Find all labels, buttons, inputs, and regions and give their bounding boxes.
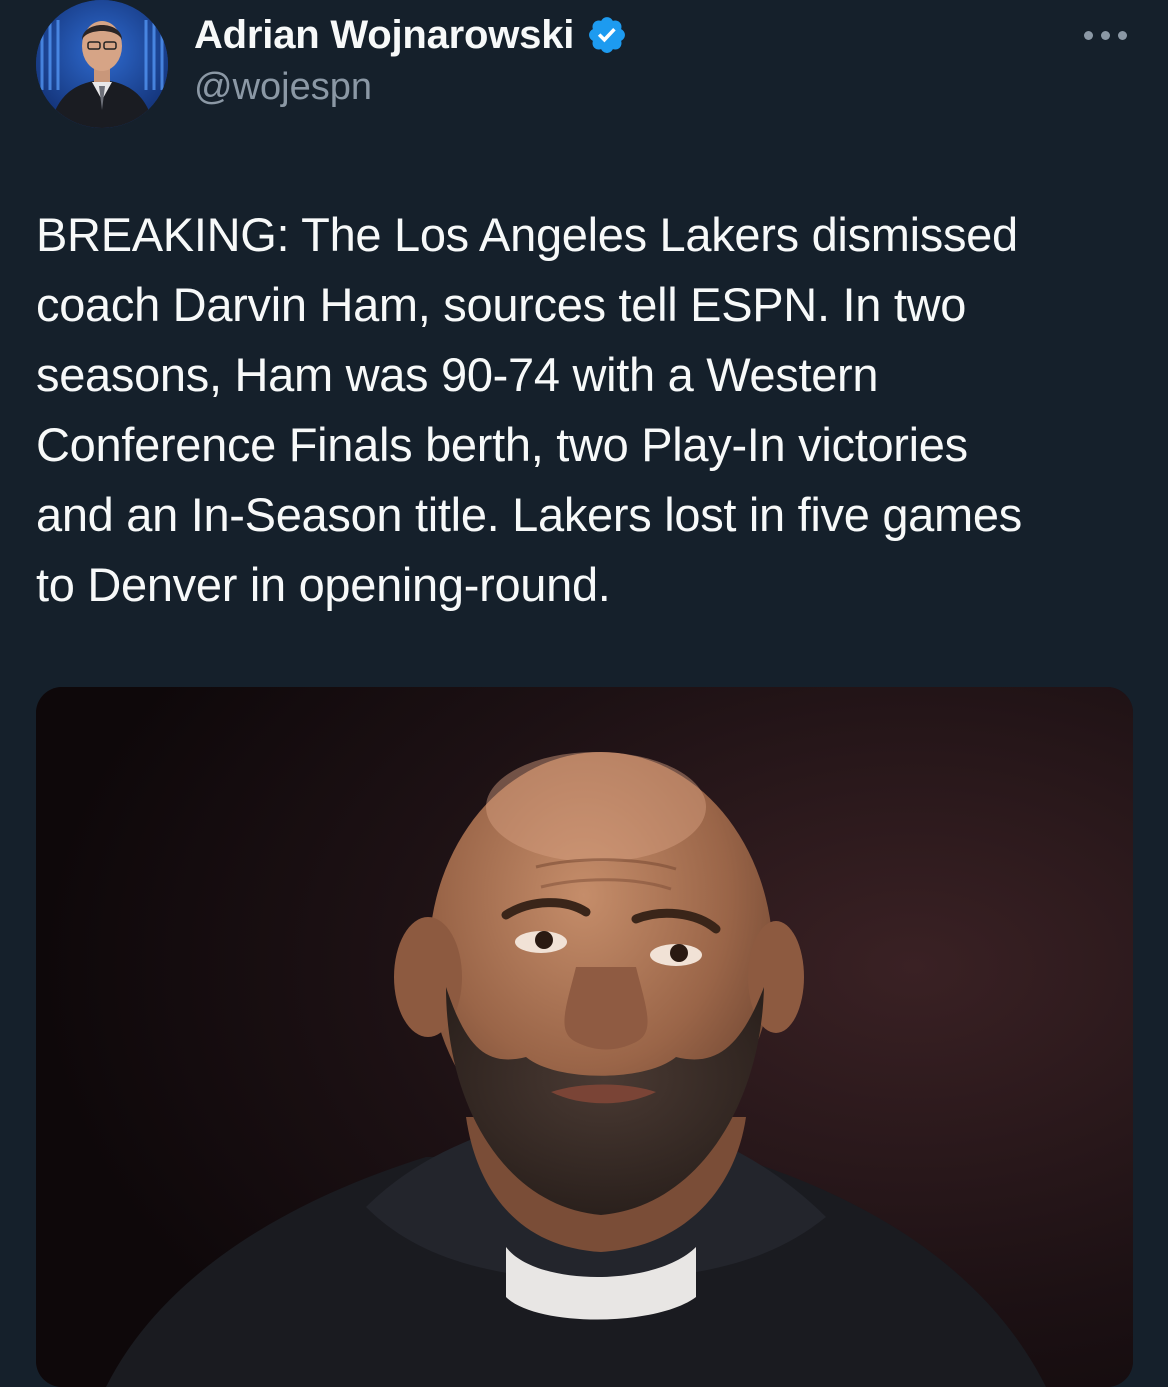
tweet: Adrian Wojnarowski @wojespn BREAKING: Th… [0,0,1168,1387]
tweet-text: BREAKING: The Los Angeles Lakers dismiss… [36,200,1136,620]
tweet-text-line: coach Darvin Ham, sources tell ESPN. In … [36,278,967,331]
tweet-text-line: to Denver in opening-round. [36,558,611,611]
more-options-button[interactable] [1084,26,1130,44]
tweet-text-line: Conference Finals berth, two Play-In vic… [36,418,968,471]
tweet-text-line: BREAKING: The Los Angeles Lakers dismiss… [36,208,1018,261]
more-horizontal-icon [1084,30,1093,40]
more-horizontal-icon [1118,30,1127,40]
author-display-name[interactable]: Adrian Wojnarowski [194,13,574,58]
more-horizontal-icon [1101,30,1110,40]
author-block: Adrian Wojnarowski @wojespn [194,12,628,109]
verified-badge-icon[interactable] [586,14,628,56]
author-avatar[interactable] [36,0,168,128]
avatar-photo [36,0,168,128]
author-handle[interactable]: @wojespn [194,66,628,109]
tweet-media-image[interactable] [36,687,1133,1387]
tweet-text-line: and an In-Season title. Lakers lost in f… [36,488,1022,541]
tweet-text-line: seasons, Ham was 90-74 with a Western [36,348,879,401]
media-photo [36,687,1133,1387]
author-name-row: Adrian Wojnarowski [194,12,628,58]
